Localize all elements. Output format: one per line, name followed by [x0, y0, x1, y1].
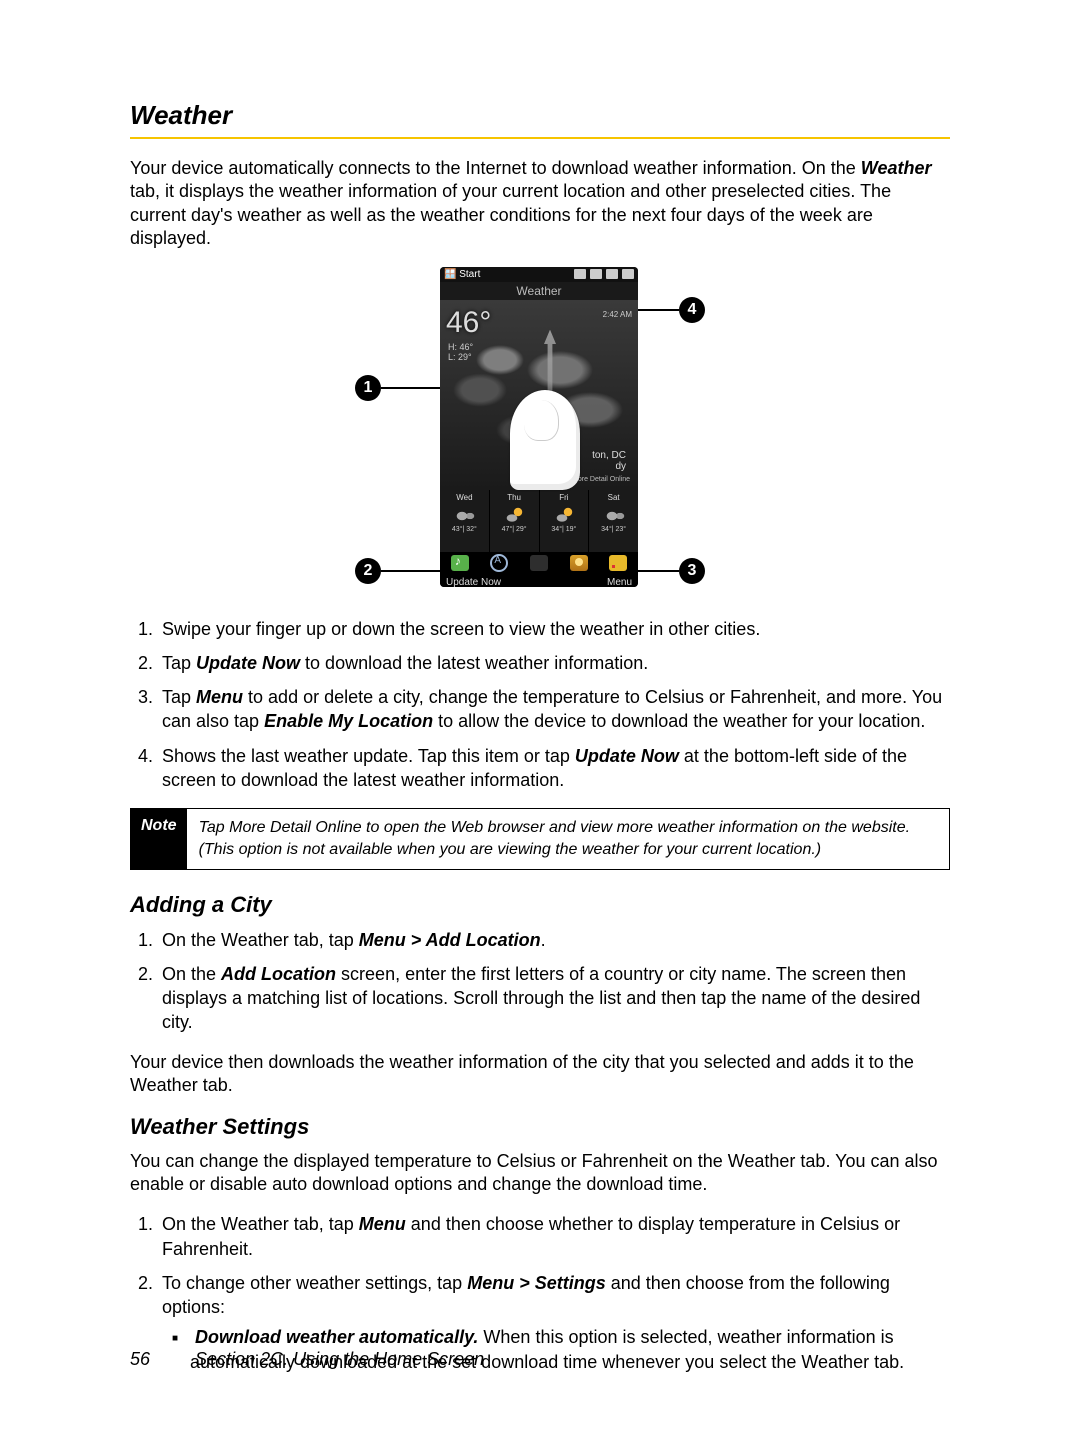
status-volume-icon — [606, 269, 618, 279]
footer-section-title: Section 2C. Using the Home Screen — [195, 1349, 484, 1369]
figure: 1 2 3 4 🪟 Start Weather — [355, 267, 725, 597]
forecast-day-label: Fri — [540, 493, 589, 502]
stocks-tab-icon[interactable] — [609, 555, 627, 571]
status-icons — [574, 269, 634, 279]
callout-2-line — [381, 570, 440, 572]
adding-city-steps: On the Weather tab, tap Menu > Add Locat… — [130, 928, 950, 1035]
adding-city-step-1: On the Weather tab, tap Menu > Add Locat… — [158, 928, 950, 952]
callout-1: 1 — [355, 375, 381, 401]
forecast-row: Wed 43°| 32° Thu 47°| 29° Fri 34°| 19° — [440, 490, 638, 552]
current-temp: 46° — [446, 306, 491, 340]
section-heading: Weather — [130, 100, 950, 131]
forecast-day-temp: 43°| 32° — [440, 526, 489, 533]
callout-1-line — [381, 387, 440, 389]
status-bar: 🪟 Start — [440, 267, 638, 282]
subheading-adding-city: Adding a City — [130, 892, 950, 918]
forecast-partly-sunny-icon — [502, 504, 526, 524]
forecast-cloudy-icon — [452, 504, 476, 524]
subheading-weather-settings: Weather Settings — [130, 1114, 950, 1140]
forecast-rain-icon — [602, 504, 626, 524]
forecast-day-label: Wed — [440, 493, 489, 502]
callout-2: 2 — [355, 558, 381, 584]
adding-city-step-2: On the Add Location screen, enter the fi… — [158, 962, 950, 1035]
home-tab-icon[interactable] — [530, 555, 548, 571]
forecast-day-label: Sat — [589, 493, 638, 502]
softkey-menu[interactable]: Menu — [607, 577, 632, 587]
status-3g-icon — [574, 269, 586, 279]
intro-text-pre: Your device automatically connects to th… — [130, 158, 861, 178]
forecast-day-sat[interactable]: Sat 34°| 23° — [589, 490, 638, 552]
callout-description-list: Swipe your finger up or down the screen … — [130, 617, 950, 793]
weather-settings-step-1: On the Weather tab, tap Menu and then ch… — [158, 1212, 950, 1261]
forecast-day-label: Thu — [490, 493, 539, 502]
lo-temp: L: 29° — [448, 352, 473, 363]
page-number: 56 — [130, 1349, 150, 1369]
callout-item-1: Swipe your finger up or down the screen … — [158, 617, 950, 641]
callout-3: 3 — [679, 558, 705, 584]
softkey-update-now[interactable]: Update Now — [446, 577, 501, 587]
callout-4: 4 — [679, 297, 705, 323]
city-label: ton, DC dy — [592, 450, 626, 472]
hi-temp: H: 46° — [448, 342, 473, 353]
status-signal-icon — [590, 269, 602, 279]
more-detail-link[interactable]: More Detail Online — [572, 476, 630, 483]
page-footer: 56 Section 2C. Using the Home Screen — [130, 1349, 484, 1370]
status-battery-icon — [622, 269, 634, 279]
softkey-bar: Update Now Menu — [440, 574, 638, 587]
callout-4-line — [638, 309, 679, 311]
weather-main-panel[interactable]: 46° H: 46° L: 29° 2:42 AM ton, DC dy Mor… — [440, 300, 638, 490]
forecast-day-thu[interactable]: Thu 47°| 29° — [490, 490, 540, 552]
screen-title: Weather — [440, 282, 638, 300]
home-tabs-dock[interactable] — [440, 552, 638, 574]
last-update-time[interactable]: 2:42 AM — [603, 310, 632, 319]
music-tab-icon[interactable] — [451, 555, 469, 571]
forecast-day-wed[interactable]: Wed 43°| 32° — [440, 490, 490, 552]
adding-city-result: Your device then downloads the weather i… — [130, 1051, 950, 1098]
forecast-day-temp: 47°| 29° — [490, 526, 539, 533]
forecast-day-temp: 34°| 23° — [589, 526, 638, 533]
thumb-graphic — [510, 390, 580, 490]
intro-paragraph: Your device automatically connects to th… — [130, 157, 950, 251]
swipe-gesture-graphic — [510, 330, 580, 480]
intro-weather-tab: Weather — [861, 158, 932, 178]
weather-tab-icon[interactable] — [570, 555, 588, 571]
weather-settings-intro: You can change the displayed temperature… — [130, 1150, 950, 1197]
heading-rule — [130, 137, 950, 139]
start-button[interactable]: 🪟 Start — [444, 269, 480, 280]
internet-tab-icon[interactable] — [490, 554, 508, 572]
forecast-day-fri[interactable]: Fri 34°| 19° — [540, 490, 590, 552]
callout-item-3: Tap Menu to add or delete a city, change… — [158, 685, 950, 734]
note-text: Tap More Detail Online to open the Web b… — [187, 809, 949, 868]
note-label: Note — [131, 809, 187, 868]
forecast-day-temp: 34°| 19° — [540, 526, 589, 533]
phone-screenshot: 🪟 Start Weather 46° H: 46° L: 29° — [440, 267, 638, 587]
callout-item-4: Shows the last weather update. Tap this … — [158, 744, 950, 793]
callout-3-line — [638, 570, 679, 572]
hi-lo: H: 46° L: 29° — [448, 342, 473, 364]
intro-text-post: tab, it displays the weather information… — [130, 181, 891, 248]
figure-container: 1 2 3 4 🪟 Start Weather — [130, 267, 950, 597]
forecast-partly-sunny-icon — [552, 504, 576, 524]
callout-item-2: Tap Update Now to download the latest we… — [158, 651, 950, 675]
note-box: Note Tap More Detail Online to open the … — [130, 808, 950, 869]
